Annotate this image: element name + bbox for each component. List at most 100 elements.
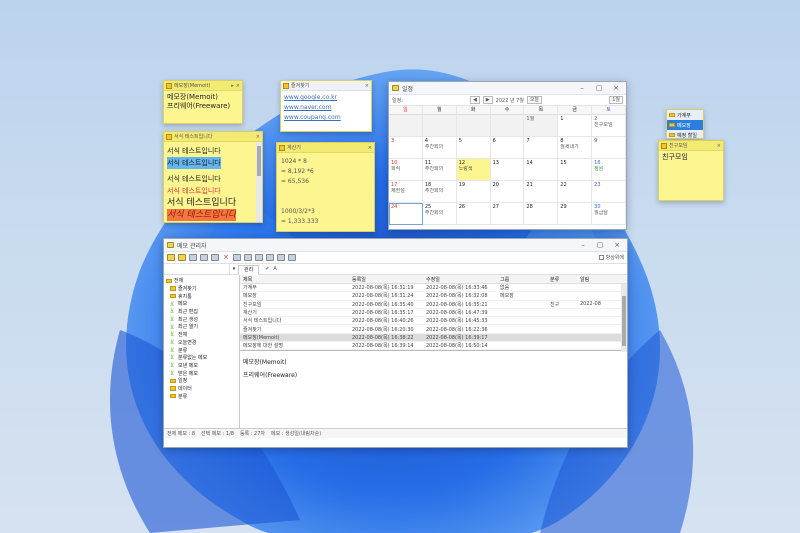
col-alarm[interactable]: 알림 bbox=[580, 276, 612, 283]
tree-item[interactable]: ⊻ 메모 bbox=[166, 300, 237, 308]
close-icon[interactable]: × bbox=[236, 83, 240, 89]
calendar-day-cell[interactable]: 10 회식 bbox=[389, 159, 423, 181]
col-modified[interactable]: 수정일 bbox=[426, 276, 500, 283]
tree-item[interactable]: ⊻ 보낸 메모 bbox=[166, 362, 237, 370]
calendar-day-cell[interactable]: 25 주간회의 bbox=[422, 203, 457, 225]
maximize-icon[interactable]: ▢ bbox=[593, 241, 607, 249]
bookmark-link[interactable]: www.coupang.com bbox=[284, 113, 368, 123]
cut-icon[interactable] bbox=[189, 254, 197, 261]
calendar-day-cell[interactable]: 21 bbox=[524, 181, 559, 203]
table-row[interactable]: 가계부 2022-08-08(목) 16:31:19 2022-08-08(목) 1… bbox=[240, 284, 627, 293]
table-row[interactable]: 계산기 2022-08-08(목) 16:35:17 2022-08-08(목) 1… bbox=[240, 309, 627, 318]
prev-month-button[interactable]: ◀ bbox=[469, 96, 480, 104]
tree-item[interactable]: 즐겨찾기 bbox=[166, 285, 237, 293]
memo-list-item[interactable]: 가계부 bbox=[667, 110, 703, 120]
memo-window-format-test[interactable]: 서식 테스트입니다 × 서식 테스트입니다 서식 테스트입니다 서식 테스트입니… bbox=[163, 131, 263, 223]
minimize-icon[interactable]: – bbox=[576, 241, 590, 249]
table-row[interactable]: 메모장에 대한 설명 2022-08-08(목) 16:39:14 2022-08-… bbox=[240, 342, 627, 351]
tree-item[interactable]: ⊻ 최근 생성 bbox=[166, 315, 237, 323]
memo-preview[interactable]: 메모장(Memoit) 프리웨어(Freeware) bbox=[240, 350, 627, 428]
copy-icon[interactable] bbox=[233, 254, 241, 261]
calendar-day-cell[interactable]: 8 월세내기 bbox=[558, 137, 593, 159]
tree-item[interactable]: ⊻ 분류없는 메모 bbox=[166, 354, 237, 362]
memo-titlebar[interactable]: 친구모임 × bbox=[659, 141, 723, 151]
close-icon[interactable]: × bbox=[365, 83, 369, 89]
close-icon[interactable]: × bbox=[610, 241, 624, 249]
always-on-top-checkbox[interactable]: 항상위에 bbox=[598, 254, 624, 261]
memo-list-item-selected[interactable]: 메모장 bbox=[667, 120, 703, 130]
tree-item[interactable]: 분류 bbox=[166, 392, 237, 400]
minimize-icon[interactable]: – bbox=[575, 84, 589, 92]
close-icon[interactable]: × bbox=[256, 134, 260, 140]
view-select[interactable]: 1월 bbox=[609, 96, 623, 104]
tree-item[interactable]: ⊻ 오늘변경 bbox=[166, 339, 237, 347]
calendar-window[interactable]: 일정 – ▢ × 일정: ◀ ▶ 2022 년 7월 오늘 1월 일월화수목금토… bbox=[388, 81, 627, 230]
tab-manage[interactable]: 관리 bbox=[238, 264, 260, 275]
calendar-titlebar[interactable]: 일정 – ▢ × bbox=[389, 82, 626, 95]
calendar-day-cell[interactable]: 12 노랑색 bbox=[456, 159, 491, 181]
close-icon[interactable]: × bbox=[368, 145, 372, 151]
tree-item[interactable]: 휴지통 bbox=[166, 292, 237, 300]
table-row[interactable]: 즐겨찾기 2022-08-08(목) 16:20:30 2022-08-08(목) … bbox=[240, 325, 627, 334]
hide-icon[interactable] bbox=[211, 254, 219, 261]
bookmark-link[interactable]: www.naver.com bbox=[284, 103, 368, 113]
tab-dropdown[interactable]: ▾ bbox=[230, 266, 238, 272]
calendar-day-cell[interactable]: 20 bbox=[490, 181, 525, 203]
table-row[interactable]: 메모장(Memoit) 2022-08-08(목) 16:38:22 2022-08… bbox=[240, 333, 627, 343]
memo-titlebar[interactable]: 서식 테스트입니다 × bbox=[164, 132, 262, 142]
font-size-icon[interactable]: A bbox=[273, 266, 276, 272]
tree-item[interactable]: ⊻ 분류 bbox=[166, 346, 237, 354]
table-row[interactable]: 친구모임 2022-08-08(목) 16:35:40 2022-08-08(목) … bbox=[240, 301, 627, 309]
calendar-day-cell[interactable]: 11 주간회의 bbox=[422, 159, 457, 181]
calendar-day-cell[interactable]: 18 주간회의 bbox=[422, 181, 457, 203]
calendar-day-cell[interactable]: 17 제헌절 bbox=[389, 181, 423, 203]
col-category[interactable]: 분류 bbox=[550, 276, 580, 283]
calendar-day-cell[interactable]: 3 bbox=[389, 137, 423, 159]
calendar-day-cell[interactable] bbox=[456, 115, 491, 137]
info-icon[interactable] bbox=[288, 254, 296, 261]
maximize-icon[interactable]: ▢ bbox=[592, 84, 606, 92]
new-memo-icon[interactable] bbox=[167, 254, 175, 261]
close-icon[interactable]: × bbox=[609, 84, 623, 92]
calendar-day-cell[interactable]: 15 bbox=[558, 159, 593, 181]
calendar-day-cell[interactable]: 6 bbox=[490, 137, 525, 159]
calendar-day-cell[interactable]: 30 월급날 bbox=[592, 203, 626, 225]
calendar-day-cell[interactable] bbox=[422, 115, 457, 137]
pin-icon[interactable]: ▸ bbox=[231, 83, 234, 89]
calendar-day-cell[interactable]: 29 bbox=[558, 203, 593, 225]
next-month-button[interactable]: ▶ bbox=[482, 96, 493, 104]
delete-icon[interactable]: × bbox=[222, 254, 230, 261]
memo-titlebar[interactable]: 계산기 × bbox=[277, 143, 374, 153]
calendar-day-cell[interactable]: 26 bbox=[456, 203, 491, 225]
memo-window-calculator[interactable]: 계산기 × 1024 * 8 = 8,192 *6 = 65,536 1000/… bbox=[276, 142, 375, 232]
calendar-day-cell[interactable]: 14 bbox=[524, 159, 559, 181]
manager-titlebar[interactable]: 메모 관리자 – ▢ × bbox=[164, 239, 627, 252]
col-group[interactable]: 그룹 bbox=[500, 276, 550, 283]
calendar-day-cell[interactable]: 22 bbox=[558, 181, 593, 203]
list-scrollbar[interactable] bbox=[621, 284, 627, 352]
calendar-day-cell[interactable]: 13 bbox=[490, 159, 525, 181]
calendar-day-cell[interactable]: 19 bbox=[456, 181, 491, 203]
filter-check-icon[interactable]: ✔ bbox=[265, 266, 269, 272]
calendar-day-cell[interactable] bbox=[490, 115, 525, 137]
calendar-day-cell[interactable]: 16 정원 bbox=[592, 159, 626, 181]
tree-item[interactable]: ⊻ 최근 편집 bbox=[166, 308, 237, 316]
tree-item[interactable]: 전체 bbox=[166, 277, 237, 285]
memo-window-friends[interactable]: 친구모임 × 친구모임 bbox=[658, 140, 724, 201]
memo-window-list[interactable]: 가계부 메모장 예정 할일 bbox=[666, 109, 704, 139]
calendar-day-cell[interactable]: 23 bbox=[592, 181, 626, 203]
memo-titlebar[interactable]: 메모장(Memoit) ▸ × bbox=[164, 81, 242, 91]
tree-item[interactable]: 데이터 bbox=[166, 385, 237, 393]
tree-item[interactable]: 일정 bbox=[166, 377, 237, 385]
calendar-day-cell[interactable] bbox=[389, 115, 423, 137]
settings-icon[interactable] bbox=[277, 254, 285, 261]
tree-item[interactable]: ⊻ 최근 열기 bbox=[166, 323, 237, 331]
col-title[interactable]: 제목 bbox=[240, 276, 352, 283]
calendar-day-cell[interactable]: 28 bbox=[524, 203, 559, 225]
calendar-day-cell[interactable]: 1 bbox=[558, 115, 593, 137]
close-icon[interactable]: × bbox=[717, 143, 721, 149]
calendar-day-cell[interactable]: 1월 bbox=[524, 115, 559, 137]
tree-item[interactable]: ⊻ 전체 bbox=[166, 331, 237, 339]
document-icon[interactable] bbox=[244, 254, 252, 261]
view-icon[interactable] bbox=[200, 254, 208, 261]
